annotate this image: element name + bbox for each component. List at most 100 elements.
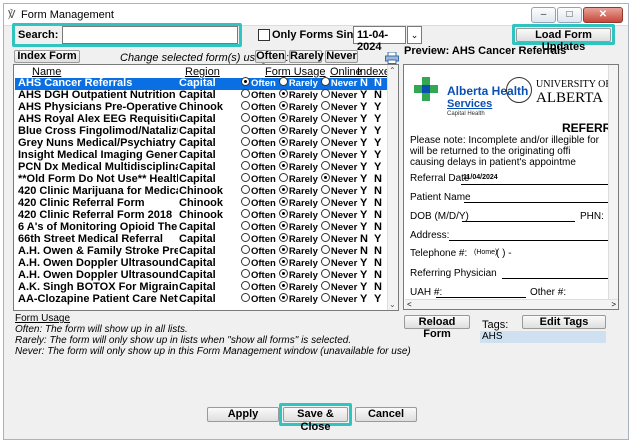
usage-radio-never[interactable]: [320, 257, 330, 266]
usage-radio-often[interactable]: [241, 113, 250, 122]
table-row[interactable]: AA-Clozapine Patient Care NetworkCapital…: [15, 293, 388, 306]
usage-radio-rarely[interactable]: [278, 113, 288, 122]
scroll-up-icon[interactable]: ⌃: [389, 66, 396, 75]
usage-radio-rarely[interactable]: [278, 293, 288, 302]
set-often-button[interactable]: Often: [255, 50, 286, 63]
form-name: 66th Street Medical Referral: [18, 233, 163, 245]
preview-vertical-scrollbar[interactable]: [608, 65, 618, 301]
usage-radio-often[interactable]: [241, 221, 250, 230]
usage-radio-never[interactable]: [320, 197, 330, 206]
cancel-button[interactable]: Cancel: [355, 407, 417, 422]
usage-label-never: Never: [330, 126, 358, 137]
chevron-down-icon[interactable]: ⌄: [407, 26, 422, 44]
set-never-button[interactable]: Never: [325, 50, 358, 63]
printer-icon[interactable]: [385, 52, 399, 64]
form-usage-radios: Often Rarely Never: [241, 221, 357, 233]
usage-radio-rarely[interactable]: [278, 173, 288, 182]
usage-radio-rarely[interactable]: [278, 161, 288, 170]
usage-radio-often[interactable]: [241, 89, 250, 98]
usage-radio-often[interactable]: [241, 209, 250, 218]
usage-radio-often[interactable]: [241, 281, 250, 290]
form-indexed: N: [374, 209, 382, 221]
form-usage-radios: Often Rarely Never: [241, 77, 357, 89]
usage-radio-rarely[interactable]: [278, 221, 288, 230]
usage-radio-never[interactable]: [320, 281, 330, 290]
usage-radio-often[interactable]: [241, 125, 250, 134]
usage-radio-rarely[interactable]: [278, 77, 288, 86]
usage-radio-rarely[interactable]: [278, 185, 288, 194]
usage-radio-never[interactable]: [320, 233, 330, 242]
usage-radio-never[interactable]: [320, 101, 330, 110]
preview-horizontal-scrollbar[interactable]: < >: [405, 299, 618, 309]
load-form-updates-button[interactable]: Load Form Updates: [516, 28, 611, 53]
usage-radio-never[interactable]: [320, 173, 330, 182]
apply-button[interactable]: Apply: [207, 407, 279, 422]
usage-radio-never[interactable]: [320, 149, 330, 158]
usage-radio-never[interactable]: [320, 137, 330, 146]
usage-radio-often[interactable]: [241, 137, 250, 146]
usage-radio-often[interactable]: [241, 173, 250, 182]
usage-radio-never[interactable]: [320, 113, 330, 122]
usage-radio-often[interactable]: [241, 245, 250, 254]
only-forms-since-checkbox[interactable]: [258, 29, 270, 41]
since-date-field[interactable]: 11-04-2024: [353, 26, 406, 53]
address-label: Address:: [410, 230, 450, 241]
usage-radio-never[interactable]: [320, 89, 330, 98]
usage-radio-often[interactable]: [241, 269, 250, 278]
tags-list[interactable]: AHS: [480, 331, 606, 343]
edit-tags-button[interactable]: Edit Tags: [522, 315, 606, 329]
usage-radio-often[interactable]: [241, 77, 250, 86]
maximize-button[interactable]: □: [557, 7, 582, 23]
usage-radio-never[interactable]: [320, 221, 330, 230]
form-online: Y: [360, 173, 368, 185]
usage-radio-never[interactable]: [320, 77, 330, 86]
usage-radio-often[interactable]: [241, 197, 250, 206]
usage-label-never: Never: [330, 258, 358, 269]
usage-label-never: Never: [330, 246, 358, 257]
usage-radio-rarely[interactable]: [278, 209, 288, 218]
usage-radio-never[interactable]: [320, 245, 330, 254]
list-scrollbar[interactable]: ⌃ ⌄: [387, 65, 398, 310]
form-list[interactable]: Name Region Form Usage Online Indexed AH…: [13, 64, 399, 311]
usage-label-never: Never: [330, 162, 358, 173]
scroll-right-icon[interactable]: >: [611, 300, 616, 309]
usage-radio-rarely[interactable]: [278, 269, 288, 278]
minimize-button[interactable]: –: [531, 7, 556, 23]
usage-radio-never[interactable]: [320, 125, 330, 134]
window-title: Form Management: [21, 9, 114, 21]
usage-radio-often[interactable]: [241, 149, 250, 158]
usage-radio-rarely[interactable]: [278, 197, 288, 206]
usage-radio-rarely[interactable]: [278, 137, 288, 146]
notice-text: Please note: Incomplete and/or illegible…: [410, 135, 599, 168]
scroll-down-icon[interactable]: ⌄: [389, 300, 396, 309]
usage-radio-often[interactable]: [241, 233, 250, 242]
usage-radio-often[interactable]: [241, 161, 250, 170]
scroll-left-icon[interactable]: <: [407, 300, 412, 309]
close-button[interactable]: ✕: [583, 7, 623, 23]
usage-radio-never[interactable]: [320, 161, 330, 170]
usage-radio-rarely[interactable]: [278, 125, 288, 134]
usage-radio-never[interactable]: [320, 185, 330, 194]
reload-form-button[interactable]: Reload Form: [404, 315, 470, 340]
referring-physician-label: Referring Physician: [410, 268, 497, 279]
usage-radio-often[interactable]: [241, 185, 250, 194]
usage-radio-often[interactable]: [241, 101, 250, 110]
usage-radio-often[interactable]: [241, 257, 250, 266]
set-rarely-button[interactable]: Rarely: [289, 50, 324, 63]
save-and-close-button[interactable]: Save & Close: [283, 407, 348, 433]
usage-radio-never[interactable]: [320, 293, 330, 302]
form-region: Capital: [179, 161, 216, 173]
usage-radio-rarely[interactable]: [278, 89, 288, 98]
usage-radio-rarely[interactable]: [278, 257, 288, 266]
usage-radio-rarely[interactable]: [278, 233, 288, 242]
usage-radio-often[interactable]: [241, 293, 250, 302]
usage-radio-rarely[interactable]: [278, 245, 288, 254]
usage-label-rarely: Rarely: [288, 78, 318, 89]
usage-radio-rarely[interactable]: [278, 149, 288, 158]
usage-radio-never[interactable]: [320, 209, 330, 218]
search-input[interactable]: [62, 26, 238, 44]
index-form-button[interactable]: Index Form: [14, 50, 80, 63]
usage-radio-rarely[interactable]: [278, 101, 288, 110]
usage-radio-never[interactable]: [320, 269, 330, 278]
usage-radio-rarely[interactable]: [278, 281, 288, 290]
